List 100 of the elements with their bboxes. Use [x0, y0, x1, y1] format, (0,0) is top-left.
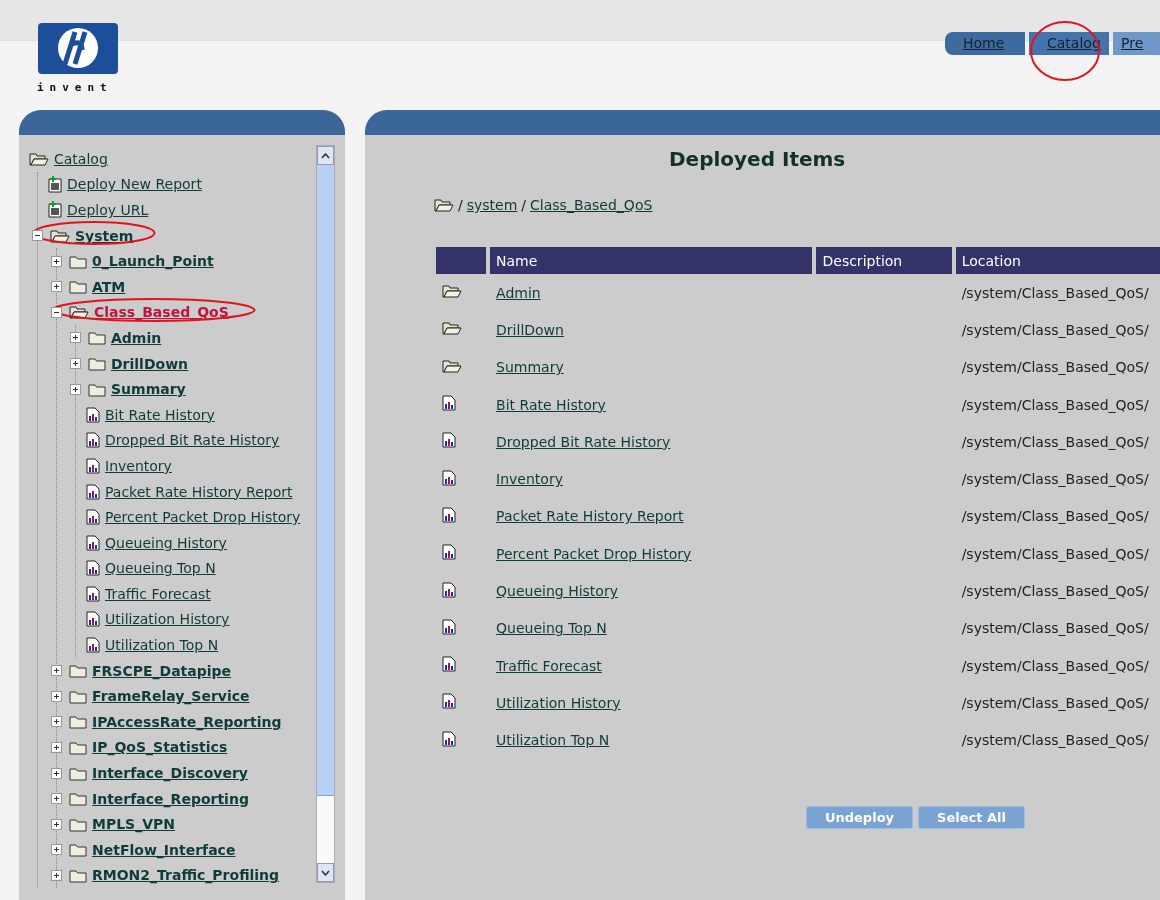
tree-item[interactable]: Interface_Reporting — [89, 790, 249, 807]
expand-icon[interactable] — [51, 818, 62, 830]
item-link[interactable]: Utilization History — [496, 694, 621, 711]
table-cell-text: /system/Class_Based_QoS/ — [960, 656, 1150, 676]
table-cell-text: /system/Class_Based_QoS/ — [960, 731, 1150, 751]
expand-icon[interactable] — [51, 869, 62, 881]
scrollbar-thumb[interactable] — [317, 165, 334, 796]
expand-icon[interactable] — [51, 793, 62, 805]
table-cell-text: /system/Class_Based_QoS/ — [960, 283, 1150, 303]
path-separator: / — [458, 197, 463, 213]
item-link[interactable]: Admin — [496, 284, 541, 301]
column-header: Description — [816, 247, 952, 274]
breadcrumb-link[interactable]: Class_Based_QoS — [530, 197, 653, 213]
table-cell-text: /system/Class_Based_QoS/ — [960, 432, 1150, 452]
item-link[interactable]: Utilization Top N — [496, 732, 610, 749]
scroll-up-icon[interactable] — [317, 146, 334, 165]
tree-item[interactable]: Deploy New Report — [64, 176, 202, 193]
column-header: Location — [955, 247, 1160, 274]
item-link[interactable]: Inventory — [496, 471, 563, 488]
tree-item[interactable]: Inventory — [102, 457, 172, 474]
tree-item[interactable]: NetFlow_Interface — [89, 841, 236, 858]
tree-item[interactable]: Traffic Forecast — [102, 585, 211, 602]
expand-icon[interactable] — [51, 281, 62, 293]
table-cell-text: /system/Class_Based_QoS/ — [960, 358, 1150, 378]
item-link[interactable]: Queueing History — [496, 583, 618, 599]
expand-icon[interactable] — [51, 767, 62, 779]
tree-item[interactable]: FRSCPE_Datapipe — [89, 662, 232, 679]
path-separator: / — [521, 197, 527, 213]
tree-item[interactable]: RMON2_Traffic_Profiling — [89, 867, 280, 884]
folder-icon — [69, 867, 87, 883]
tree-item[interactable]: IPAccessRate_Reporting — [89, 713, 282, 730]
folder-icon — [69, 714, 87, 730]
expand-icon[interactable] — [70, 332, 81, 344]
folder-icon — [69, 739, 87, 755]
report-icon — [86, 483, 100, 500]
tree-item[interactable]: Interface_Discovery — [89, 765, 248, 782]
folder-icon — [69, 816, 87, 832]
expand-icon[interactable] — [51, 741, 62, 753]
collapse-icon[interactable] — [51, 306, 62, 318]
open-folder-icon — [442, 358, 462, 373]
folder-icon — [69, 791, 87, 807]
logo-tagline: invent — [37, 81, 114, 94]
scroll-down-icon[interactable] — [317, 863, 334, 882]
expand-icon[interactable] — [70, 383, 81, 395]
tree-item[interactable]: Queueing History — [102, 534, 227, 551]
folder-icon — [69, 688, 87, 704]
item-link[interactable]: DrillDown — [496, 321, 564, 338]
report-icon — [86, 509, 100, 526]
item-link[interactable]: Percent Packet Drop History — [496, 545, 692, 562]
tree-item[interactable]: FrameRelay_Service — [89, 688, 250, 705]
open-folder-icon — [29, 151, 49, 166]
folder-icon — [69, 279, 87, 295]
expand-icon[interactable] — [51, 665, 62, 677]
table-cell-text: /system/Class_Based_QoS/ — [960, 395, 1150, 415]
report-icon — [86, 637, 100, 654]
tree-item[interactable]: Catalog — [51, 150, 108, 167]
tree-item[interactable]: Deploy URL — [64, 202, 149, 218]
expand-icon[interactable] — [51, 716, 62, 728]
scrollbar[interactable] — [316, 145, 335, 883]
tree-item[interactable]: MPLS_VPN — [89, 816, 175, 833]
folder-icon — [69, 842, 87, 858]
breadcrumb-link[interactable]: system — [466, 197, 518, 213]
deploy-icon — [48, 175, 62, 193]
tree-item[interactable]: Dropped Bit Rate History — [102, 432, 280, 449]
report-icon — [442, 395, 456, 412]
item-link[interactable]: Packet Rate History Report — [496, 508, 684, 525]
item-link[interactable]: Queueing Top N — [496, 620, 607, 637]
tree-item[interactable]: Utilization History — [102, 611, 230, 628]
logo-icon — [37, 22, 119, 75]
table-cell-text: /system/Class_Based_QoS/ — [960, 693, 1150, 713]
open-folder-icon — [69, 305, 89, 320]
report-icon — [86, 406, 100, 423]
tree-item[interactable]: IP_QoS_Statistics — [89, 739, 228, 756]
item-link[interactable]: Traffic Forecast — [496, 657, 602, 674]
tree-item[interactable]: Packet Rate History Report — [102, 483, 293, 500]
tree-item[interactable]: DrillDown — [108, 355, 189, 372]
tree-item[interactable]: Utilization Top N — [102, 637, 219, 654]
nav-tab[interactable]: Pre — [1113, 32, 1160, 55]
expand-icon[interactable] — [51, 844, 62, 856]
expand-icon[interactable] — [51, 255, 62, 267]
tree-item[interactable]: 0_Launch_Point — [89, 253, 214, 270]
report-icon — [442, 693, 456, 710]
page-title: Deployed Items — [668, 147, 847, 171]
item-link[interactable]: Bit Rate History — [496, 396, 606, 413]
item-link[interactable]: Dropped Bit Rate History — [496, 433, 671, 450]
tree-item[interactable]: Queueing Top N — [102, 560, 216, 577]
item-link[interactable]: Summary — [496, 359, 564, 376]
deploy-icon — [48, 201, 62, 219]
collapse-icon[interactable] — [32, 230, 43, 242]
tree-item[interactable]: ATM — [89, 278, 126, 295]
tree-item[interactable]: Summary — [108, 381, 186, 398]
expand-icon[interactable] — [70, 358, 81, 370]
report-icon — [442, 730, 456, 747]
expand-icon[interactable] — [51, 690, 62, 702]
report-icon — [442, 432, 456, 449]
folder-icon — [88, 356, 106, 372]
open-folder-icon — [50, 228, 70, 243]
tree-item[interactable]: Bit Rate History — [102, 406, 215, 423]
tree-item[interactable]: Percent Packet Drop History — [102, 509, 301, 526]
tree-item[interactable]: Admin — [108, 329, 162, 346]
